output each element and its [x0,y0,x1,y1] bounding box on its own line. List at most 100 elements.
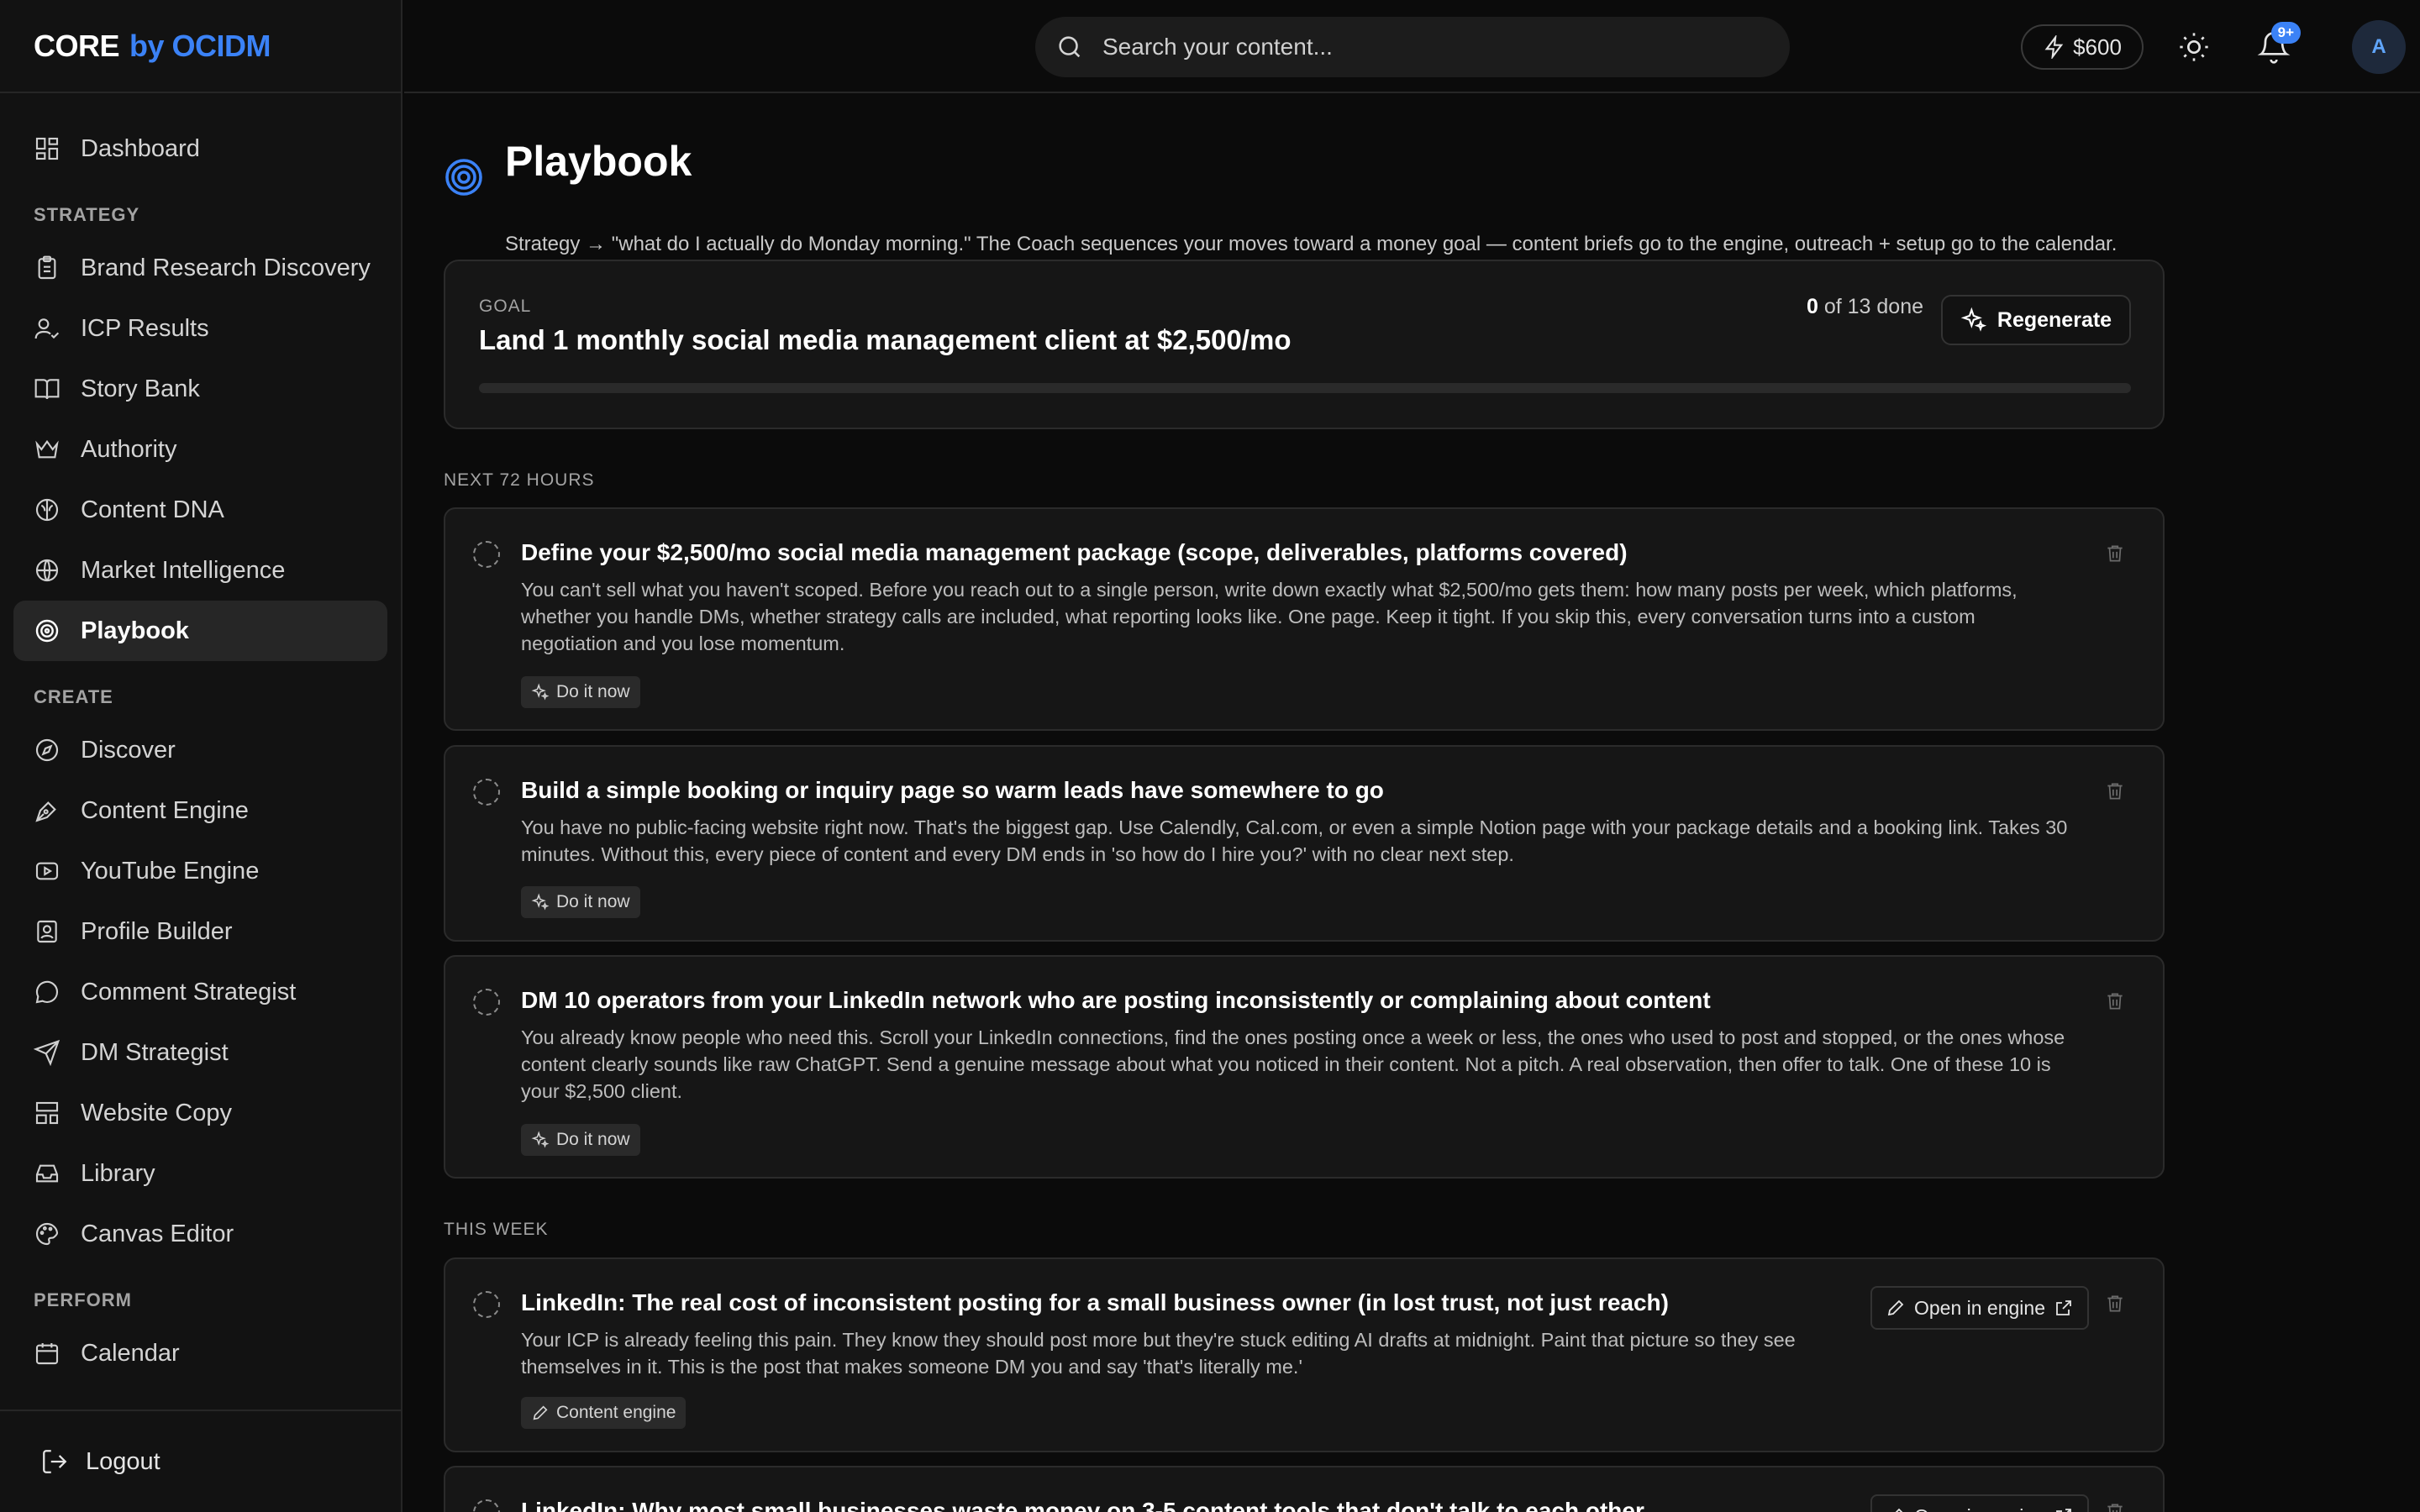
brand-core: CORE [34,28,120,63]
pencil-icon [1887,1299,1904,1316]
task-card: LinkedIn: Why most small businesses wast… [444,1466,2165,1512]
group-label-this-week: THIS WEEK [444,1220,549,1239]
search-bar[interactable] [1035,17,1790,77]
sidebar-item-label: DM Strategist [81,1038,229,1066]
do-it-now-button[interactable]: Do it now [521,886,640,918]
sidebar-item-content-engine[interactable]: Content Engine [13,780,387,841]
task-title: LinkedIn: The real cost of inconsistent … [521,1289,1669,1315]
sidebar-item-label: Content Engine [81,796,249,824]
sidebar-item-label: Comment Strategist [81,978,297,1005]
pencil-icon [1895,1508,1903,1512]
sidebar-item-label: Discover [81,736,176,764]
sidebar-item-content-dna[interactable]: Content DNA [13,480,387,540]
sidebar-item-label: Market Intelligence [81,556,286,584]
globe-icon [35,559,59,582]
sparkles-icon [531,1131,550,1148]
sidebar-item-discover[interactable]: Discover [13,720,387,780]
open-in-engine-label: Open in engine [1913,1296,2045,1319]
sidebar-item-label: Authority [81,435,177,463]
sidebar-item-brand-research[interactable]: Brand Research Discovery [13,238,387,298]
action-label: Do it now [556,1130,630,1149]
sidebar-item-label: Calendar [81,1339,180,1367]
notifications-badge: 9+ [2270,22,2301,44]
task-checkbox[interactable] [473,541,500,568]
target-icon [35,619,59,643]
trash-icon[interactable] [2104,543,2126,564]
sidebar-item-youtube-engine[interactable]: YouTube Engine [13,841,387,901]
task-checkbox[interactable] [473,1291,500,1318]
topbar: $600 9+ A [404,0,2420,93]
search-input[interactable] [1102,34,1758,60]
sidebar-item-calendar[interactable]: Calendar [13,1323,387,1383]
do-it-now-button[interactable]: Do it now [521,676,640,708]
task-description: You already know people who need this. S… [521,1026,2065,1102]
sidebar-item-market-intelligence[interactable]: Market Intelligence [13,540,387,601]
sidebar-item-label: Canvas Editor [81,1220,234,1247]
notifications-button[interactable]: 9+ [2250,22,2301,71]
do-it-now-button[interactable]: Do it now [521,1124,640,1156]
regenerate-button[interactable]: Regenerate [1941,295,2131,345]
avatar[interactable]: A [2352,20,2406,74]
sidebar-item-label: Story Bank [81,375,200,402]
sidebar-item-profile-builder[interactable]: Profile Builder [13,901,387,962]
search-icon [1059,36,1081,58]
action-label: Do it now [556,682,630,701]
user-check-icon [34,318,60,339]
action-label: Content engine [556,1403,676,1422]
task-description: You can't sell what you haven't scoped. … [521,579,2018,654]
calendar-icon [35,1343,59,1365]
message-circle-icon [35,980,59,1004]
sidebar-item-website-copy[interactable]: Website Copy [13,1083,387,1143]
task-checkbox[interactable] [473,989,500,1016]
section-perform: PERFORM [34,1289,132,1310]
trash-icon[interactable] [2104,1501,2126,1512]
group-label-next-72-hours: NEXT 72 HOURS [444,470,595,490]
content-engine-button[interactable]: Content engine [521,1397,687,1429]
sun-icon [2180,33,2208,61]
goal-card: GOAL Land 1 monthly social media managem… [444,260,2165,429]
trash-icon[interactable] [2104,780,2126,802]
task-title: DM 10 operators from your LinkedIn netwo… [521,987,1711,1013]
logout-label: Logout [86,1447,160,1475]
trash-icon[interactable] [2104,1293,2126,1315]
sidebar-item-canvas-editor[interactable]: Canvas Editor [13,1204,387,1264]
sidebar-item-label: Dashboard [81,134,200,162]
credits-amount: $600 [2073,34,2122,60]
task-card: DM 10 operators from your LinkedIn netwo… [444,955,2165,1179]
external-link-icon [2056,1509,2071,1512]
logout-button[interactable]: Logout [0,1410,401,1512]
theme-toggle-button[interactable] [2170,24,2217,71]
sidebar-item-library[interactable]: Library [13,1143,387,1204]
credits-badge[interactable]: $600 [2021,24,2144,70]
task-checkbox[interactable] [473,779,500,806]
sidebar-item-dashboard[interactable]: Dashboard [13,118,387,179]
sidebar-item-authority[interactable]: Authority [13,419,387,480]
open-in-engine-button[interactable]: Open in engine [1870,1494,2089,1512]
sidebar-item-icp-results[interactable]: ICP Results [13,298,387,359]
sidebar-nav: Dashboard STRATEGY Brand Research Discov… [0,93,401,1383]
sidebar-item-comment-strategist[interactable]: Comment Strategist [13,962,387,1022]
open-in-engine-button[interactable]: Open in engine [1870,1286,2089,1330]
page-title: Playbook [505,138,692,185]
goal-progress-bar [479,383,2131,393]
sparkles-icon [1960,307,1987,332]
task-title: LinkedIn: Why most small businesses wast… [521,1498,1644,1512]
sidebar-item-label: Website Copy [81,1099,232,1126]
task-checkbox[interactable] [473,1499,500,1512]
sparkles-icon [531,683,550,701]
external-link-icon [2056,1300,2071,1315]
sidebar-item-playbook[interactable]: Playbook [13,601,387,661]
sidebar-item-story-bank[interactable]: Story Bank [13,359,387,419]
send-icon [34,1039,60,1066]
pencil-icon [533,1405,548,1420]
sidebar-item-label: Library [81,1159,155,1187]
book-open-icon [34,379,60,400]
sidebar-item-label: Playbook [81,617,189,644]
sidebar-item-dm-strategist[interactable]: DM Strategist [13,1022,387,1083]
task-card: Define your $2,500/mo social media manag… [444,507,2165,731]
clipboard-icon [38,255,56,280]
brand-logo[interactable]: CORE by OCIDM [0,0,401,93]
trash-icon[interactable] [2104,990,2126,1012]
done-suffix: of 13 done [1818,295,1924,318]
sidebar-item-label: Brand Research Discovery [81,254,371,281]
